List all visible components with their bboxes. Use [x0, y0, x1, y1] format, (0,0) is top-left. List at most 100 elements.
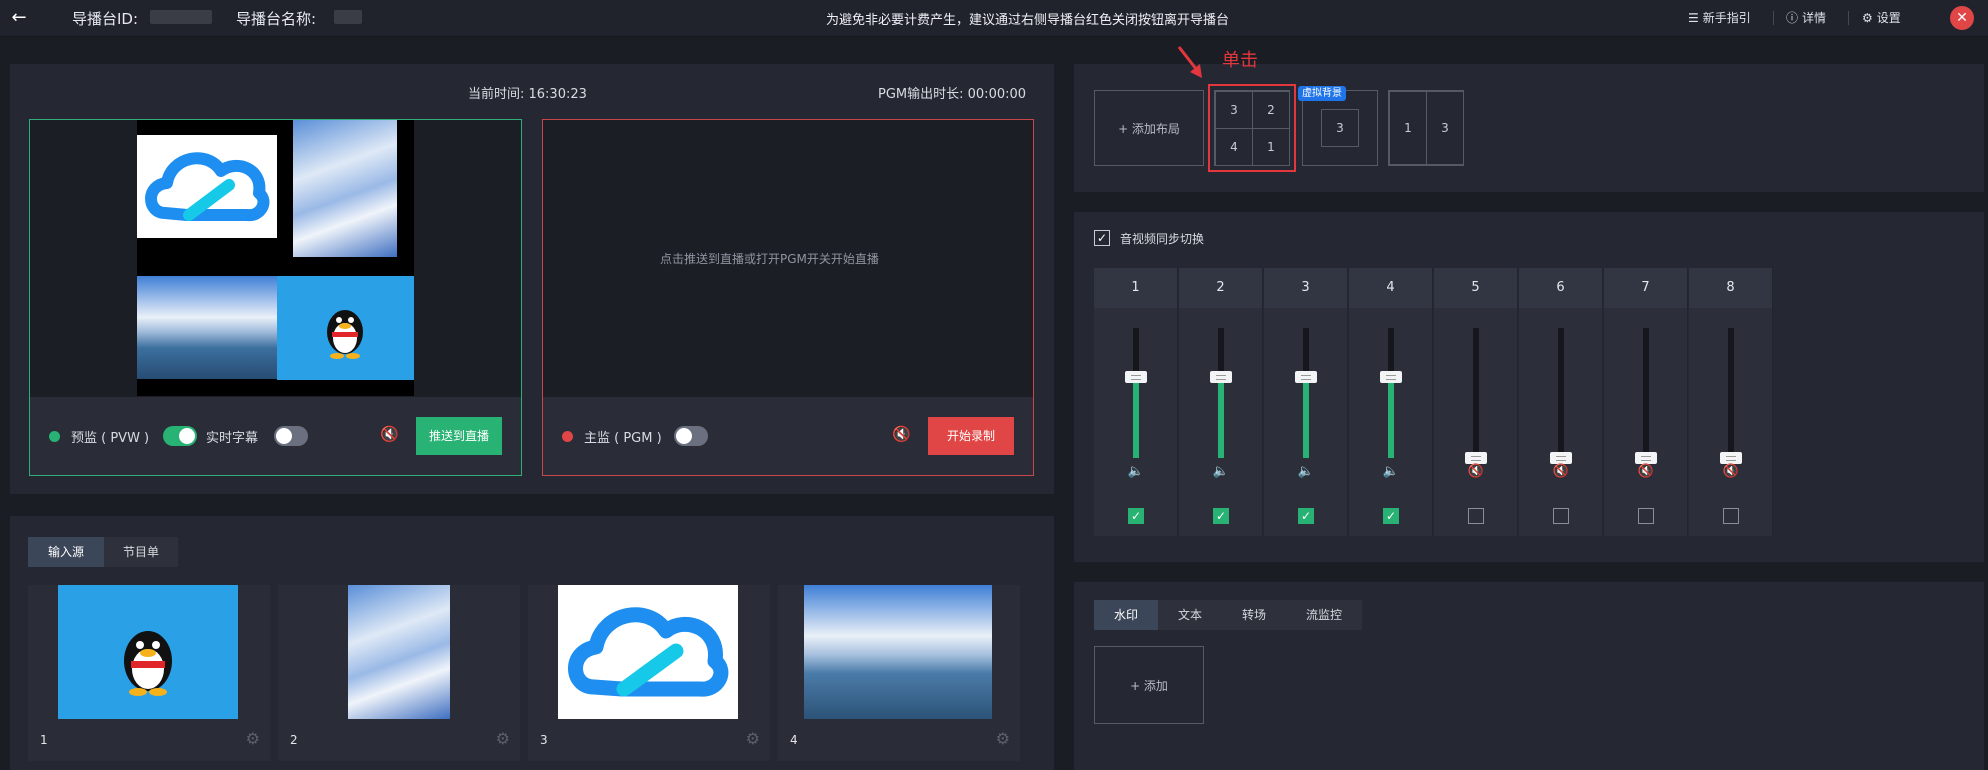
channel-checkbox[interactable]: ✓ — [1128, 508, 1144, 524]
start-recording-button[interactable]: 开始录制 — [928, 417, 1014, 455]
cloud-logo-thumbnail — [137, 135, 277, 238]
channel-checkbox[interactable] — [1638, 508, 1654, 524]
sky-thumbnail — [293, 120, 397, 257]
layout-grid-4[interactable]: 3 2 4 1 — [1214, 90, 1290, 166]
sky-thumbnail — [348, 585, 450, 719]
mixer-channel: 7 🔇 — [1604, 268, 1688, 536]
volume-slider-handle[interactable] — [1550, 452, 1572, 464]
divider — [1773, 11, 1774, 25]
program-toggle[interactable] — [674, 426, 708, 446]
volume-slider-track[interactable] — [1728, 328, 1734, 458]
program-status-dot — [562, 431, 573, 442]
volume-slider-track[interactable] — [1643, 328, 1649, 458]
info-icon: ⓘ — [1786, 11, 1799, 25]
source-card[interactable]: 4 ⚙ — [778, 585, 1020, 761]
speaker-muted-icon[interactable]: 🔇 — [1551, 464, 1571, 482]
gear-icon[interactable]: ⚙ — [746, 729, 760, 748]
mute-icon[interactable]: 🔇 — [892, 425, 911, 443]
layout-split[interactable]: 1 3 — [1388, 90, 1464, 166]
speaker-icon[interactable]: 🔈 — [1211, 464, 1231, 482]
volume-slider-track[interactable] — [1388, 328, 1394, 458]
channel-checkbox[interactable]: ✓ — [1383, 508, 1399, 524]
speaker-muted-icon[interactable]: 🔇 — [1636, 464, 1656, 482]
channel-checkbox[interactable]: ✓ — [1298, 508, 1314, 524]
arrow-left-icon[interactable]: ← — [8, 7, 30, 29]
speaker-icon[interactable]: 🔈 — [1296, 464, 1316, 482]
speaker-icon[interactable]: 🔈 — [1126, 464, 1146, 482]
layout-virtual-background[interactable]: 3 — [1302, 90, 1378, 166]
channel-checkbox[interactable]: ✓ — [1213, 508, 1229, 524]
source-index: 4 — [790, 733, 798, 747]
speaker-icon[interactable]: 🔈 — [1381, 464, 1401, 482]
speaker-muted-icon[interactable]: 🔇 — [1466, 464, 1486, 482]
tab-playlist[interactable]: 节目单 — [104, 537, 178, 567]
mixer-channel: 4 🔈 ✓ — [1349, 268, 1433, 536]
source-card[interactable]: 1 ⚙ — [28, 585, 270, 761]
detail-button[interactable]: ⓘ 详情 — [1786, 9, 1826, 26]
sources-panel: 输入源 节目单 1 ⚙ 2 ⚙ 3 ⚙ 4 ⚙ — [10, 516, 1054, 770]
mixer-channel: 6 🔇 — [1519, 268, 1603, 536]
pier-thumbnail — [137, 276, 277, 379]
layout-cell: 3 — [1321, 109, 1359, 147]
channel-number: 8 — [1689, 268, 1772, 308]
channel-number: 3 — [1264, 268, 1347, 308]
channel-checkbox[interactable] — [1468, 508, 1484, 524]
program-monitor[interactable]: 点击推送到直播或打开PGM开关开始直播 主监 ( PGM ) 🔇 开始录制 — [542, 119, 1034, 476]
pgm-placeholder: 点击推送到直播或打开PGM开关开始直播 — [660, 252, 879, 266]
add-watermark-button[interactable]: + 添加 — [1094, 646, 1204, 724]
source-card[interactable]: 2 ⚙ — [278, 585, 520, 761]
mute-icon[interactable]: 🔇 — [380, 425, 399, 443]
mixer-channel: 3 🔈 ✓ — [1264, 268, 1348, 536]
gear-icon[interactable]: ⚙ — [496, 729, 510, 748]
channel-number: 4 — [1349, 268, 1432, 308]
gear-icon: ⚙ — [1862, 10, 1873, 25]
volume-slider-handle[interactable] — [1125, 371, 1147, 383]
speaker-muted-icon[interactable]: 🔇 — [1721, 464, 1741, 482]
tab-transition[interactable]: 转场 — [1222, 600, 1286, 630]
director-name-label: 导播台名称: — [236, 10, 317, 28]
preview-toggle[interactable] — [163, 426, 197, 446]
volume-level-fill — [1133, 377, 1139, 458]
tab-stream-monitor[interactable]: 流监控 — [1286, 600, 1362, 630]
volume-slider-handle[interactable] — [1380, 371, 1402, 383]
volume-slider-handle[interactable] — [1465, 452, 1487, 464]
add-layout-button[interactable]: + 添加布局 — [1094, 90, 1204, 166]
volume-slider-track[interactable] — [1558, 328, 1564, 458]
guide-button[interactable]: ☰ 新手指引 — [1688, 9, 1751, 26]
layout-cell: 4 — [1215, 128, 1253, 166]
cloud-logo-thumbnail — [558, 585, 738, 719]
volume-slider-track[interactable] — [1218, 328, 1224, 458]
overlay-panel: 水印 文本 转场 流监控 + 添加 — [1074, 582, 1984, 770]
tab-watermark[interactable]: 水印 — [1094, 600, 1158, 630]
layout-panel: + 添加布局 3 2 4 1 3 虚拟背景 1 3 — [1074, 64, 1984, 192]
layout-cell: 3 — [1426, 91, 1464, 165]
sync-checkbox[interactable]: ✓ — [1094, 230, 1110, 246]
push-to-live-button[interactable]: 推送到直播 — [416, 417, 502, 455]
preview-canvas — [137, 120, 414, 396]
subtitle-toggle[interactable] — [274, 426, 308, 446]
source-card[interactable]: 3 ⚙ — [528, 585, 770, 761]
settings-button[interactable]: ⚙ 设置 — [1862, 9, 1901, 26]
preview-monitor[interactable]: 预监 ( PVW ) 实时字幕 🔇 推送到直播 — [29, 119, 522, 476]
mixer-channel: 1 🔈 ✓ — [1094, 268, 1178, 536]
volume-slider-track[interactable] — [1133, 328, 1139, 458]
channel-checkbox[interactable] — [1553, 508, 1569, 524]
tab-input-sources[interactable]: 输入源 — [28, 537, 104, 567]
source-index: 2 — [290, 733, 298, 747]
monitor-panel: 当前时间: 16:30:23 PGM输出时长: 00:00:00 预监 (PV… — [10, 64, 1054, 494]
volume-slider-handle[interactable] — [1210, 371, 1232, 383]
close-icon[interactable]: ✕ — [1950, 6, 1974, 30]
gear-icon[interactable]: ⚙ — [996, 729, 1010, 748]
gear-icon[interactable]: ⚙ — [246, 729, 260, 748]
sync-label: 音视频同步切换 — [1120, 232, 1205, 246]
volume-slider-handle[interactable] — [1720, 452, 1742, 464]
source-index: 3 — [540, 733, 548, 747]
volume-slider-handle[interactable] — [1295, 371, 1317, 383]
volume-slider-track[interactable] — [1473, 328, 1479, 458]
volume-slider-track[interactable] — [1303, 328, 1309, 458]
director-name-value — [334, 10, 362, 24]
volume-slider-handle[interactable] — [1635, 452, 1657, 464]
channel-checkbox[interactable] — [1723, 508, 1739, 524]
mixer-channel: 8 🔇 — [1689, 268, 1773, 536]
tab-text[interactable]: 文本 — [1158, 600, 1222, 630]
